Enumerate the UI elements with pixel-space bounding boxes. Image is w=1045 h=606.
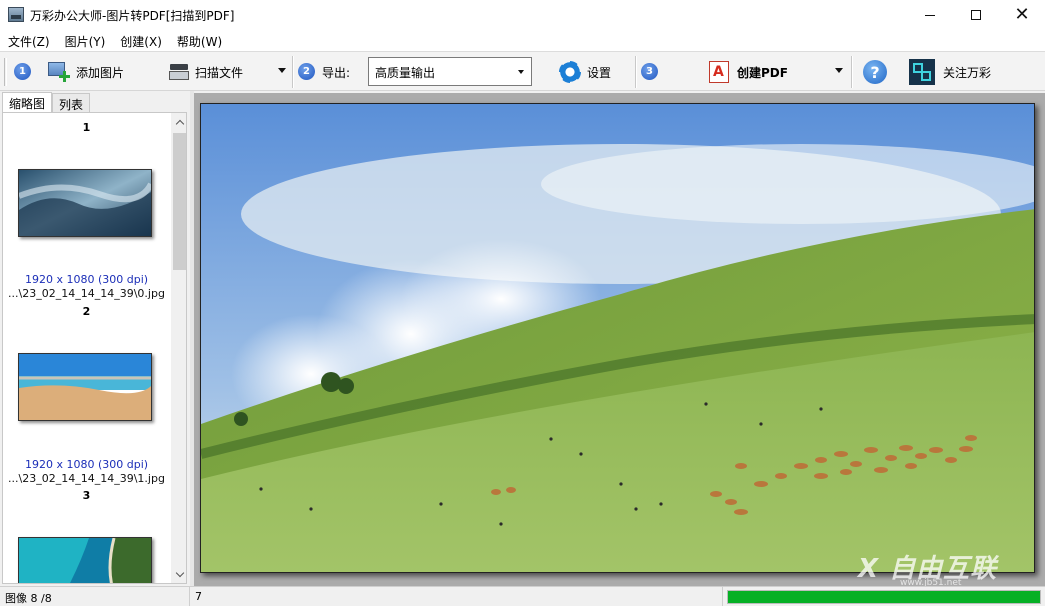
thumbnail-scrollbar[interactable] — [171, 113, 186, 583]
thumbnail-index: 3 — [82, 489, 91, 502]
panel-tabs: 缩略图 列表 — [2, 92, 91, 113]
tab-thumbnails[interactable]: 缩略图 — [2, 92, 53, 113]
menu-create[interactable]: 创建(X) — [112, 30, 169, 51]
add-image-icon — [48, 62, 70, 82]
chevron-down-icon — [518, 70, 524, 74]
settings-button[interactable]: 设置 — [559, 56, 611, 88]
add-image-label: 添加图片 — [76, 65, 125, 80]
step-3-badge: 3 — [641, 63, 658, 80]
toolbar: 1 添加图片 扫描文件 2 导出: 高质量输出 设置 3 创建PDF — [0, 51, 1045, 91]
menu-image[interactable]: 图片(Y) — [57, 30, 113, 51]
step-2-badge: 2 — [298, 63, 315, 80]
add-image-button[interactable]: 添加图片 — [48, 56, 124, 88]
app-window: 万彩办公大师-图片转PDF[扫描到PDF] ✕ 文件(Z) 图片(Y) 创建(X… — [0, 0, 1045, 606]
close-button[interactable]: ✕ — [999, 0, 1045, 30]
scanner-icon — [169, 62, 189, 82]
qr-code-icon — [909, 59, 935, 85]
desert-lake-thumbnail-picture — [19, 354, 151, 420]
menu-help[interactable]: 帮助(W) — [169, 30, 229, 51]
thumbnail-panel: 缩略图 列表 1 1920 x 1080 (300 dpi) ...\23_02… — [0, 91, 190, 586]
scroll-down-button[interactable] — [171, 566, 186, 583]
menu-file[interactable]: 文件(Z) — [0, 30, 57, 51]
create-pdf-dropdown-arrow-icon[interactable] — [835, 68, 843, 73]
window-title: 万彩办公大师-图片转PDF[扫描到PDF] — [30, 9, 235, 23]
export-quality-select[interactable]: 高质量输出 — [368, 57, 532, 86]
thumbnail-dimensions: 1920 x 1080 (300 dpi) — [24, 273, 149, 286]
scan-dropdown-arrow-icon[interactable] — [278, 68, 286, 73]
create-pdf-label: 创建PDF — [737, 65, 788, 80]
thumbnail-path: ...\23_02_14_14_14_39\0.jpg — [8, 287, 165, 300]
step-1-badge: 1 — [14, 63, 31, 80]
thumbnail-image[interactable] — [18, 537, 152, 583]
progress-fill — [728, 591, 1040, 603]
settings-label: 设置 — [587, 65, 612, 80]
tab-list[interactable]: 列表 — [52, 93, 91, 112]
create-pdf-button[interactable]: 创建PDF — [709, 56, 788, 88]
scrollbar-thumb[interactable] — [173, 133, 186, 270]
thumbnail-path: ...\23_02_14_14_14_39\1.jpg — [8, 472, 165, 485]
coast-thumbnail-picture — [19, 537, 151, 583]
help-icon: ? — [863, 60, 887, 84]
preview-image — [200, 103, 1035, 573]
toolbar-separator — [292, 56, 294, 88]
export-quality-value: 高质量输出 — [375, 66, 436, 80]
grassland-deer-picture — [201, 104, 1034, 572]
maximize-button[interactable] — [953, 0, 999, 30]
thumbnail-image[interactable] — [18, 353, 152, 421]
misty-forest-thumbnail-picture — [17, 170, 154, 236]
help-button[interactable]: ? — [863, 56, 887, 88]
minimize-button[interactable] — [907, 0, 953, 30]
preview-area — [194, 93, 1045, 586]
status-current-index: 7 — [190, 587, 723, 606]
maximize-icon — [971, 10, 981, 20]
export-label: 导出: — [322, 65, 351, 80]
title-bar: 万彩办公大师-图片转PDF[扫描到PDF] ✕ — [0, 0, 1045, 30]
minimize-icon — [925, 14, 935, 16]
status-bar: 图像 8 /8 7 — [0, 586, 1045, 606]
status-image-count: 图像 8 /8 — [0, 587, 190, 606]
progress-bar — [727, 590, 1041, 604]
toolbar-separator — [851, 56, 853, 88]
toolbar-grip[interactable] — [4, 58, 7, 86]
follow-label: 关注万彩 — [943, 65, 992, 80]
close-icon: ✕ — [1014, 4, 1030, 25]
scroll-up-button[interactable] — [171, 113, 186, 130]
thumbnail-index: 1 — [82, 121, 91, 134]
app-image-icon — [8, 7, 24, 22]
pdf-icon — [709, 61, 729, 83]
thumbnail-scroll-area: 1 1920 x 1080 (300 dpi) ...\23_02_14_14_… — [3, 113, 170, 583]
gear-icon — [559, 61, 581, 83]
chevron-up-icon — [175, 119, 184, 128]
thumbnail-index: 2 — [82, 305, 91, 318]
thumbnail-dimensions: 1920 x 1080 (300 dpi) — [24, 458, 149, 471]
toolbar-separator — [635, 56, 637, 88]
follow-button[interactable]: 关注万彩 — [909, 56, 991, 88]
thumbnail-image[interactable] — [17, 169, 154, 237]
chevron-down-icon — [175, 568, 184, 577]
scan-file-label: 扫描文件 — [195, 65, 244, 80]
thumbnail-list[interactable]: 1 1920 x 1080 (300 dpi) ...\23_02_14_14_… — [2, 112, 187, 584]
menu-bar: 文件(Z) 图片(Y) 创建(X) 帮助(W) — [0, 30, 1045, 51]
scan-file-button[interactable]: 扫描文件 — [169, 56, 243, 88]
